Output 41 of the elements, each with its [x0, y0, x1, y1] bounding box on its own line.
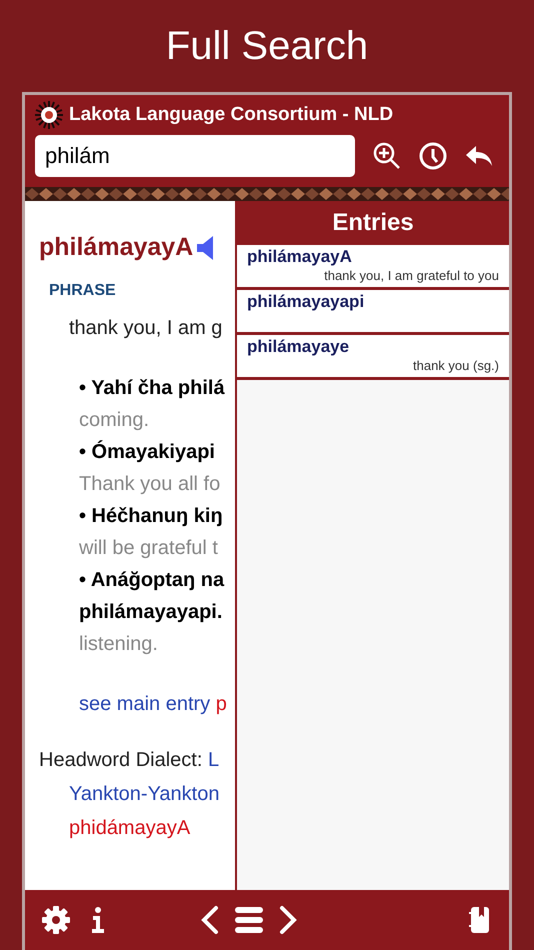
- entry-gloss: thank you, I am grateful to you: [324, 267, 499, 285]
- example-translation: will be grateful t: [79, 536, 219, 560]
- gear-icon[interactable]: [41, 905, 71, 935]
- main-entry-link[interactable]: p: [216, 692, 227, 714]
- page-title: Full Search: [166, 26, 368, 66]
- search-field[interactable]: philám: [35, 135, 355, 177]
- zoom-in-icon[interactable]: [373, 142, 401, 170]
- part-of-speech: PHRASE: [49, 280, 117, 300]
- example-sentence: philámayayapi.: [79, 600, 224, 624]
- reply-arrow-icon[interactable]: [465, 144, 493, 168]
- notebook-icon[interactable]: [469, 907, 489, 933]
- definition: thank you, I am g: [69, 316, 224, 340]
- dialect-value[interactable]: L: [208, 748, 220, 770]
- entry-list-item[interactable]: philámayaye thank you (sg.): [237, 335, 509, 380]
- sun-logo-icon: [35, 101, 63, 129]
- example-sentence: • Anáğoptaŋ na: [79, 568, 226, 592]
- entry-gloss: thank you (sg.): [413, 357, 499, 375]
- dialect-label: Headword Dialect:: [39, 748, 202, 770]
- example-translation: listening.: [79, 632, 159, 656]
- see-main-entry-link[interactable]: see main entry: [79, 692, 210, 714]
- variant-link[interactable]: phidámayayA: [69, 812, 235, 842]
- example-translation: Thank you all fo: [79, 472, 222, 496]
- example-sentence: • Yahí čha philá: [79, 376, 226, 400]
- menu-icon[interactable]: [235, 906, 263, 934]
- chevron-right-icon[interactable]: [279, 905, 297, 935]
- clock-icon[interactable]: [419, 142, 447, 170]
- example-sentence: • Héčhanuŋ kiŋ: [79, 504, 224, 528]
- window-title: Lakota Language Consortium - NLD: [69, 102, 394, 127]
- example-translation: coming.: [79, 408, 150, 432]
- panel-title: Entries: [332, 208, 414, 238]
- info-icon[interactable]: [91, 907, 105, 933]
- speaker-icon[interactable]: [197, 236, 214, 260]
- entry-headword: philámayayapi: [247, 292, 364, 312]
- headword: philámayayA: [39, 232, 194, 263]
- entry-list-item[interactable]: philámayayapi: [237, 290, 509, 335]
- dialect-value[interactable]: Yankton-Yankton: [69, 778, 235, 808]
- entry-headword: philámayayA: [247, 247, 352, 267]
- chevron-left-icon[interactable]: [201, 905, 219, 935]
- example-sentence: • Ómayakiyapi: [79, 439, 216, 464]
- entry-list-item[interactable]: philámayayA thank you, I am grateful to you: [237, 245, 509, 290]
- entry-headword: philámayaye: [247, 337, 350, 357]
